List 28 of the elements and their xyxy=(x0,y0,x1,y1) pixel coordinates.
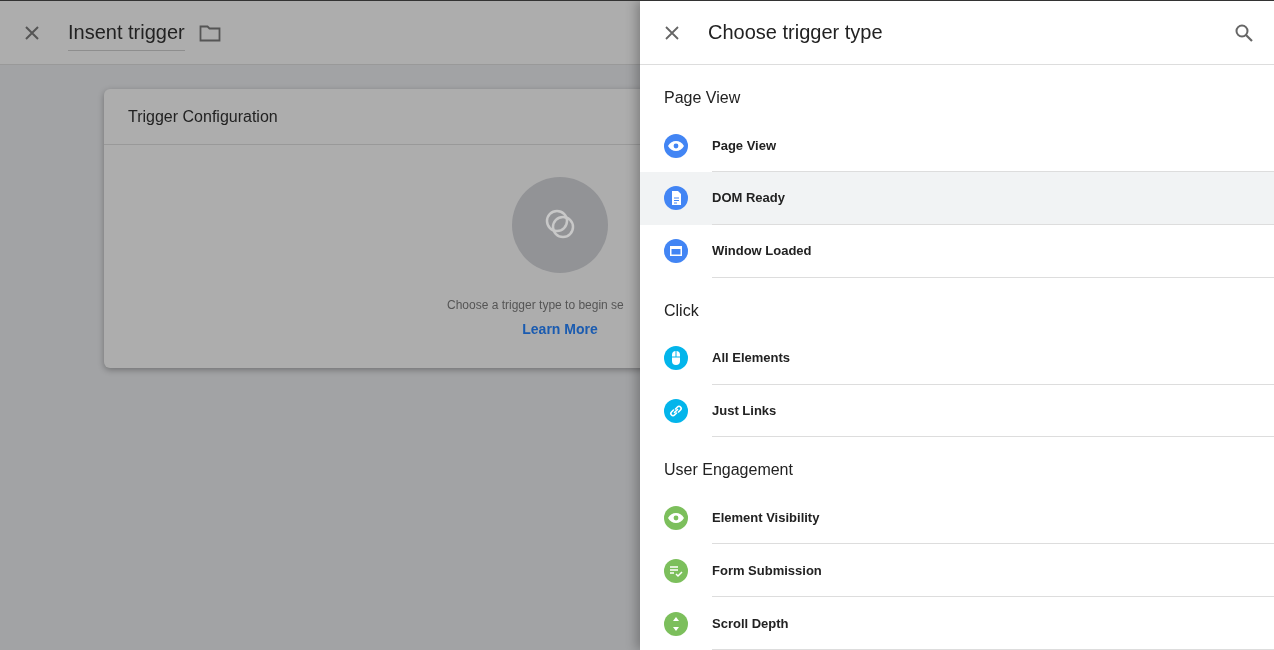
item-label: All Elements xyxy=(712,350,791,366)
item-label: Just Links xyxy=(712,403,777,418)
trigger-type-item[interactable]: Form Submission xyxy=(640,544,1274,598)
item-label: Scroll Depth xyxy=(712,615,789,631)
close-button[interactable] xyxy=(24,24,40,41)
card-title: Trigger Configuration xyxy=(128,107,278,126)
trigger-type-item[interactable]: Just Links xyxy=(640,384,1274,438)
item-label: Element Visibility xyxy=(712,510,820,525)
item-label: Page View xyxy=(712,137,777,153)
section-title: User Engagement xyxy=(663,460,794,481)
section-title: Page View xyxy=(663,88,742,108)
trigger-type-item[interactable]: Page View xyxy=(640,119,1274,172)
section-title: Click xyxy=(663,300,700,321)
trigger-name-field[interactable]: Insent trigger xyxy=(68,20,185,51)
card-hint: Choose a trigger type to begin se xyxy=(447,298,624,312)
trigger-type-item[interactable]: Element Visibility xyxy=(640,491,1274,545)
item-label: Window Loaded xyxy=(712,243,812,259)
item-label: Form Submission xyxy=(712,562,822,578)
item-label: DOM Ready xyxy=(712,190,785,206)
panel-title: Choose trigger type xyxy=(708,21,884,44)
trigger-configuration-card[interactable]: Trigger Configuration Choose a trigger type to begin se Learn More xyxy=(104,89,640,368)
search-icon[interactable] xyxy=(1234,22,1254,43)
trigger-type-item[interactable]: Scroll Depth xyxy=(640,597,1274,650)
trigger-type-item[interactable]: DOM Ready xyxy=(640,172,1274,225)
close-button[interactable] xyxy=(664,24,680,41)
trigger-type-item[interactable]: Window Loaded xyxy=(640,224,1274,278)
trigger-type-item[interactable]: All Elements xyxy=(640,331,1274,385)
folder-icon[interactable] xyxy=(198,23,221,42)
